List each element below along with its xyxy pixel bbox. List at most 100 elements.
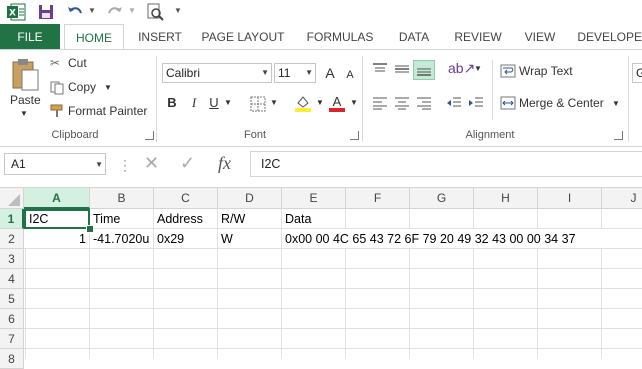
align-right-icon[interactable] — [416, 96, 432, 110]
cell-b2[interactable]: -41.7020u — [90, 229, 154, 249]
row-header-8[interactable]: 8 — [0, 349, 24, 369]
paste-label[interactable]: Paste — [10, 93, 41, 107]
merge-center-button[interactable]: Merge & Center — [519, 96, 604, 110]
insert-function-icon[interactable]: fx — [218, 153, 231, 174]
align-middle-icon[interactable] — [394, 62, 410, 76]
customize-toolbar-icon[interactable]: ▼ — [174, 6, 182, 15]
row-header-4[interactable]: 4 — [0, 269, 24, 289]
copy-button[interactable]: Copy — [68, 80, 96, 94]
font-launcher-icon[interactable] — [350, 131, 359, 140]
font-color-icon[interactable]: A — [328, 94, 346, 112]
select-all-button[interactable] — [0, 188, 24, 209]
align-top-icon[interactable] — [372, 62, 388, 76]
shrink-font-button[interactable]: A — [340, 65, 360, 85]
underline-dropdown-icon[interactable]: ▼ — [224, 98, 232, 107]
orientation-dropdown-icon[interactable]: ▼ — [474, 64, 482, 73]
cell-b1[interactable]: Time — [90, 209, 154, 229]
font-size-dropdown-icon[interactable]: ▼ — [305, 64, 313, 82]
column-header-d[interactable]: D — [218, 188, 282, 209]
alignment-launcher-icon[interactable] — [614, 131, 623, 140]
row-header-2[interactable]: 2 — [0, 229, 24, 249]
cut-icon[interactable]: ✂ — [50, 56, 60, 70]
tab-page-layout[interactable]: PAGE LAYOUT — [196, 24, 290, 50]
worksheet-grid[interactable]: I2C Time Address R/W Data 1 -41.7020u 0x… — [24, 209, 642, 358]
underline-button[interactable]: U — [204, 93, 224, 113]
fill-color-icon[interactable] — [294, 94, 312, 112]
cell-d1[interactable]: R/W — [218, 209, 282, 229]
column-header-e[interactable]: E — [282, 188, 346, 209]
tab-developer[interactable]: DEVELOPER — [574, 24, 642, 50]
grow-font-button[interactable]: A — [320, 63, 340, 83]
cell-e2[interactable]: 0x00 00 4C 65 43 72 6F 79 20 49 32 43 00… — [282, 229, 602, 249]
name-box-dropdown-icon[interactable]: ▼ — [95, 155, 103, 175]
select-all-triangle-icon — [8, 194, 20, 206]
tab-formulas[interactable]: FORMULAS — [300, 24, 380, 50]
undo-icon[interactable] — [66, 3, 84, 21]
enter-icon[interactable]: ✓ — [180, 153, 195, 174]
column-header-i[interactable]: I — [538, 188, 602, 209]
format-painter-icon[interactable] — [50, 104, 64, 118]
row-header-3[interactable]: 3 — [0, 249, 24, 269]
redo-dropdown-icon[interactable]: ▼ — [128, 6, 136, 15]
fill-handle[interactable] — [86, 225, 94, 233]
orientation-icon[interactable]: ab↗ — [448, 60, 475, 77]
borders-dropdown-icon[interactable]: ▼ — [270, 98, 278, 107]
copy-icon[interactable] — [50, 81, 64, 95]
align-bottom-button[interactable] — [413, 60, 435, 80]
paste-icon[interactable] — [10, 58, 40, 92]
font-color-dropdown-icon[interactable]: ▼ — [350, 98, 358, 107]
save-icon[interactable] — [38, 3, 54, 21]
cell-c2[interactable]: 0x29 — [154, 229, 218, 249]
ribbon-separator — [156, 56, 157, 142]
bold-button[interactable]: B — [162, 93, 182, 113]
font-name-dropdown-icon[interactable]: ▼ — [261, 64, 269, 82]
column-header-j[interactable]: J — [602, 188, 642, 209]
cell-d2[interactable]: W — [218, 229, 282, 249]
tab-home[interactable]: HOME — [64, 24, 124, 50]
clipboard-launcher-icon[interactable] — [145, 131, 154, 140]
paste-dropdown-icon[interactable]: ▼ — [20, 109, 28, 118]
copy-dropdown-icon[interactable]: ▼ — [104, 83, 112, 92]
increase-indent-icon[interactable] — [468, 96, 484, 110]
wrap-text-button[interactable]: Wrap Text — [519, 64, 573, 78]
row-header-6[interactable]: 6 — [0, 309, 24, 329]
number-format-select[interactable]: G — [632, 63, 642, 83]
font-size-select[interactable]: 11 ▼ — [274, 63, 316, 83]
tab-file[interactable]: FILE — [0, 24, 60, 50]
row-header-1[interactable]: 1 — [0, 209, 24, 229]
merge-center-icon[interactable] — [500, 96, 516, 110]
borders-icon[interactable] — [250, 96, 266, 112]
column-header-c[interactable]: C — [154, 188, 218, 209]
print-preview-icon[interactable] — [146, 3, 164, 21]
align-center-icon[interactable] — [394, 96, 410, 110]
format-painter-button[interactable]: Format Painter — [68, 104, 147, 118]
cancel-icon[interactable]: ✕ — [144, 153, 159, 174]
merge-center-dropdown-icon[interactable]: ▼ — [612, 99, 620, 108]
cell-c1[interactable]: Address — [154, 209, 218, 229]
column-header-g[interactable]: G — [410, 188, 474, 209]
fill-color-dropdown-icon[interactable]: ▼ — [316, 98, 324, 107]
tab-view[interactable]: VIEW — [518, 24, 562, 50]
cell-a2[interactable]: 1 — [24, 229, 90, 249]
column-header-f[interactable]: F — [346, 188, 410, 209]
undo-dropdown-icon[interactable]: ▼ — [88, 6, 96, 15]
row-header-5[interactable]: 5 — [0, 289, 24, 309]
tab-insert[interactable]: INSERT — [132, 24, 188, 50]
cut-button[interactable]: Cut — [68, 56, 87, 70]
tab-review[interactable]: REVIEW — [448, 24, 508, 50]
tab-data[interactable]: DATA — [390, 24, 438, 50]
cell-e1[interactable]: Data — [282, 209, 346, 229]
column-header-b[interactable]: B — [90, 188, 154, 209]
column-header-h[interactable]: H — [474, 188, 538, 209]
formula-input[interactable]: I2C — [250, 151, 642, 177]
font-name-select[interactable]: Calibri ▼ — [162, 63, 272, 83]
redo-icon[interactable] — [106, 3, 124, 21]
row-header-7[interactable]: 7 — [0, 329, 24, 349]
cell-a1[interactable]: I2C — [24, 209, 90, 229]
wrap-text-icon[interactable] — [500, 64, 516, 78]
decrease-indent-icon[interactable] — [446, 96, 462, 110]
italic-button[interactable]: I — [184, 93, 204, 113]
align-left-icon[interactable] — [372, 96, 388, 110]
column-header-a[interactable]: A — [24, 188, 90, 209]
name-box[interactable]: A1 ▼ — [4, 153, 106, 175]
